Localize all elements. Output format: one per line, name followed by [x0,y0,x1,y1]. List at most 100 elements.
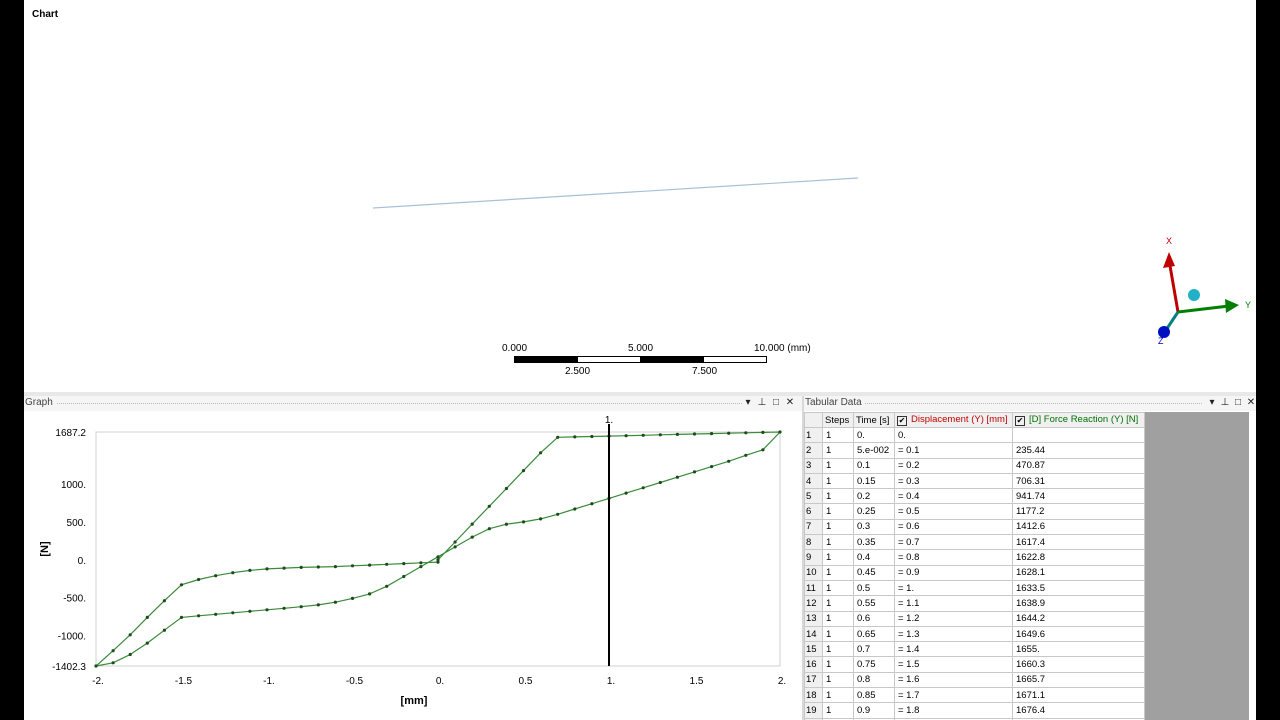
steps-cell: 1 [822,549,854,566]
table-row[interactable]: 8 1 0.35 = 0.7 1617.4 [804,534,1145,551]
row-number-cell: 3 [804,457,823,474]
steps-cell: 1 [822,488,854,505]
data-point [419,561,423,565]
y-tick-label: 0. [78,556,86,567]
displacement-cell: = 0.9 [894,564,1013,581]
table-row[interactable]: 11 1 0.5 = 1. 1633.5 [804,579,1145,597]
force-cell: 1676.4 [1012,702,1145,719]
row-number-cell: 8 [804,534,823,551]
row-number-cell: 18 [804,687,823,704]
table-row[interactable]: 9 1 0.4 = 0.8 1622.8 [804,549,1145,566]
table-row[interactable]: 10 1 0.45 = 0.9 1628.1 [804,564,1145,581]
table-row[interactable]: 13 1 0.6 = 1.2 1644.2 [804,610,1145,627]
table-row[interactable]: 16 1 0.75 = 1.5 1660.3 [804,656,1145,673]
maximize-icon[interactable]: □ [770,396,782,410]
x-tick-label: 0.5 [519,676,533,687]
data-point [368,592,372,596]
table-row[interactable]: 19 1 0.9 = 1.8 1676.4 [804,702,1145,719]
time-cell: 0.65 [853,625,895,643]
y-axis-label: [N] [39,541,51,557]
data-point [590,502,594,506]
displacement-cell: = 1.3 [894,625,1013,643]
data-point [248,568,252,572]
close-icon[interactable]: ✕ [784,396,796,410]
pin-icon[interactable]: ⊥ [756,396,768,410]
tabular-panel-header: Tabular Data ▾ ⊥ □ ✕ [804,396,1256,411]
triad-iso-ball[interactable] [1188,289,1200,301]
data-point [111,661,115,665]
pin-icon[interactable]: ⊥ [1219,396,1231,410]
tabular-data-grid[interactable]: Steps Time [s] ✔ Displacement (Y) [mm] ✔ [… [804,412,1249,720]
table-row[interactable]: 17 1 0.8 = 1.6 1665.7 [804,671,1145,689]
data-point [368,563,372,567]
data-point [573,435,577,439]
data-point [453,540,457,544]
force-cell: 1177.2 [1012,503,1145,520]
data-point [692,470,697,474]
steps-cell: 1 [822,641,854,658]
graph-panel-header: Graph ▾ ⊥ □ ✕ [24,396,802,411]
table-row[interactable]: 4 1 0.15 = 0.3 706.31 [804,472,1145,490]
table-row[interactable]: 3 1 0.1 = 0.2 470.87 [804,457,1145,474]
data-point [590,434,594,439]
time-cell: 0.45 [853,564,895,581]
checkbox-icon[interactable]: ✔ [897,416,907,426]
data-point [556,512,560,516]
triad-x-axis [1167,259,1180,313]
app-window: Chart 0.000 5.000 10.000 (mm) 2.500 7.50… [24,0,1256,720]
table-row[interactable]: 12 1 0.55 = 1.1 1638.9 [804,595,1145,612]
column-header-steps[interactable]: Steps [822,412,854,428]
data-point [641,486,645,490]
data-point [214,612,218,616]
steps-cell: 1 [822,656,854,673]
graph-chart[interactable]: 1687.2 1000. 500. 0. -500. -1000. -1402.3 -2. -1… [24,411,802,720]
graphics-viewport[interactable]: Chart 0.000 5.000 10.000 (mm) 2.500 7.50… [24,0,1256,392]
panel-menu-icon[interactable]: ▾ [1206,396,1218,410]
data-point [385,584,389,588]
x-tick-label: 1.5 [690,676,704,687]
steps-cell: 1 [822,595,854,612]
displacement-cell: = 0.8 [894,549,1013,566]
x-axis-label: [mm] [401,695,428,707]
time-cell: 0.5 [853,579,895,597]
column-header-displacement[interactable]: ✔ Displacement (Y) [mm] [894,412,1013,428]
data-point [282,566,286,570]
table-row[interactable]: 6 1 0.25 = 0.5 1177.2 [804,503,1145,520]
data-point [111,649,115,653]
force-cell: 941.74 [1012,488,1145,505]
checkbox-icon[interactable]: ✔ [1015,416,1025,426]
column-header-time[interactable]: Time [s] [853,412,895,428]
axis-triad[interactable]: X Y Z [1144,230,1254,350]
steps-cell: 1 [822,625,854,643]
close-icon[interactable]: ✕ [1245,396,1256,410]
y-tick-label: 1687.2 [55,428,86,439]
column-header-force-reaction[interactable]: ✔ [D] Force Reaction (Y) [N] [1012,412,1145,428]
displacement-cell: = 0.1 [894,442,1013,459]
table-row[interactable]: 15 1 0.7 = 1.4 1655. [804,641,1145,658]
force-cell: 706.31 [1012,472,1145,490]
data-point [487,504,491,508]
triad-x-label: X [1166,236,1172,246]
table-row[interactable]: 1 1 0. 0. [804,426,1145,444]
data-point [94,664,98,668]
data-point [179,615,184,619]
table-row[interactable]: 5 1 0.2 = 0.4 941.74 [804,488,1145,505]
table-row[interactable]: 18 1 0.85 = 1.7 1671.1 [804,687,1145,704]
data-point [162,599,166,603]
table-row[interactable]: 14 1 0.65 = 1.3 1649.6 [804,625,1145,643]
data-point [710,432,714,436]
data-point [692,432,697,436]
time-cursor-label: 1. [605,415,613,426]
steps-cell: 1 [822,564,854,581]
data-point [385,562,389,566]
maximize-icon[interactable]: □ [1232,396,1244,410]
table-row[interactable]: 7 1 0.3 = 0.6 1412.6 [804,518,1145,536]
displacement-cell: = 0.5 [894,503,1013,520]
panel-menu-icon[interactable]: ▾ [742,396,754,410]
triad-y-arrow [1225,299,1239,313]
table-row[interactable]: 2 1 5.e-002 = 0.1 235.44 [804,442,1145,459]
data-point [436,560,440,564]
data-point [521,520,526,524]
tabular-panel-title: Tabular Data [805,397,865,408]
time-cell: 0.55 [853,595,895,612]
